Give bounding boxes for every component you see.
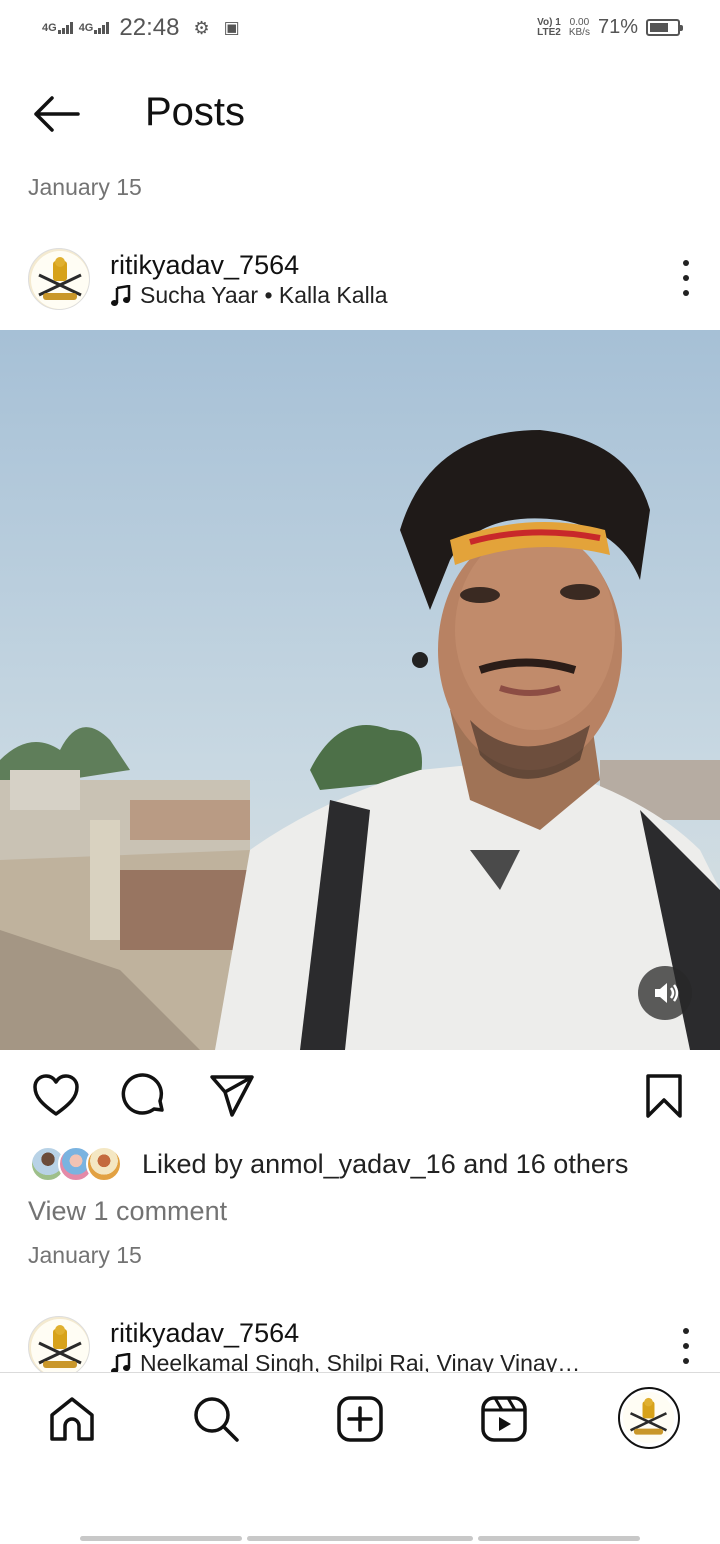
photo-scene bbox=[0, 330, 720, 1050]
comment-button[interactable] bbox=[120, 1072, 168, 1120]
post-music[interactable]: Neelkamal Singh, Shilpi Rai, Vinay Vinay… bbox=[110, 1350, 620, 1372]
liker-avatar bbox=[86, 1146, 122, 1182]
more-vertical-icon bbox=[683, 260, 689, 266]
speed-unit: KB/s bbox=[568, 26, 590, 38]
section-date: January 15 bbox=[28, 174, 142, 200]
create-icon bbox=[337, 1396, 383, 1442]
post-username[interactable]: ritikyadav_7564 bbox=[110, 1318, 299, 1349]
paper-plane-icon bbox=[210, 1075, 254, 1117]
liker-avatars bbox=[30, 1144, 130, 1184]
volte-label: Vo) 1 bbox=[537, 16, 561, 28]
next-post-header: ritikyadav_7564 Neelkamal Singh, Shilpi … bbox=[0, 1308, 720, 1372]
music-note-icon bbox=[111, 1352, 131, 1372]
post-image[interactable] bbox=[0, 330, 720, 1050]
battery-icon bbox=[646, 19, 683, 36]
avatar[interactable] bbox=[28, 1316, 90, 1372]
back-button[interactable] bbox=[30, 92, 82, 136]
page-title: Posts bbox=[145, 90, 246, 134]
home-icon bbox=[50, 1397, 94, 1441]
comment-bubble-icon bbox=[121, 1073, 164, 1115]
heart-icon bbox=[33, 1074, 79, 1116]
like-button[interactable] bbox=[32, 1072, 80, 1120]
settings-gear-icon: ⚙ bbox=[193, 17, 210, 38]
gesture-bar-left bbox=[80, 1536, 242, 1541]
music-label: Sucha Yaar • Kalla Kalla bbox=[140, 282, 388, 308]
save-button[interactable] bbox=[640, 1072, 688, 1120]
arrow-left-icon bbox=[34, 96, 80, 132]
nav-home[interactable] bbox=[46, 1393, 98, 1445]
post-actions bbox=[0, 1060, 720, 1140]
more-options-button[interactable] bbox=[682, 260, 690, 296]
mute-button[interactable] bbox=[638, 966, 692, 1020]
status-right: Vo) 1 LTE2 0.00 KB/s 71% bbox=[537, 16, 683, 39]
post-music[interactable]: Sucha Yaar • Kalla Kalla bbox=[110, 282, 388, 309]
network-speed: 0.00 KB/s bbox=[568, 16, 590, 38]
status-bar: 4G 4G 22:48 ⚙ ▣ Vo) 1 LTE2 0.00 KB/s 71% bbox=[0, 0, 720, 58]
music-label: Neelkamal Singh, Shilpi Rai, Vinay Vinay… bbox=[140, 1350, 581, 1372]
emblem-icon bbox=[31, 251, 89, 309]
likes-row[interactable]: Liked by anmol_yadav_16 and 16 others bbox=[30, 1144, 628, 1184]
more-dot bbox=[683, 275, 689, 281]
bookmark-icon bbox=[646, 1074, 682, 1118]
post-username[interactable]: ritikyadav_7564 bbox=[110, 250, 299, 281]
share-button[interactable] bbox=[208, 1072, 256, 1120]
gesture-bar-right bbox=[478, 1536, 640, 1541]
more-vertical-icon bbox=[683, 1328, 689, 1334]
nav-search[interactable] bbox=[190, 1393, 242, 1445]
avatar[interactable] bbox=[28, 248, 90, 310]
more-dot bbox=[683, 290, 689, 296]
status-left: 4G 4G 22:48 ⚙ ▣ bbox=[42, 14, 240, 42]
speaker-icon bbox=[655, 983, 679, 1003]
gesture-bar-center bbox=[247, 1536, 473, 1541]
music-note-icon bbox=[111, 284, 131, 306]
clock: 22:48 bbox=[119, 14, 180, 41]
more-options-button[interactable] bbox=[682, 1328, 690, 1364]
nav-profile[interactable] bbox=[618, 1387, 680, 1449]
search-icon bbox=[194, 1397, 239, 1442]
signal-icon bbox=[57, 22, 73, 34]
network-type-2: 4G bbox=[78, 22, 94, 34]
post-date: January 15 bbox=[28, 1242, 142, 1268]
network-indicator-2: 4G bbox=[79, 22, 110, 34]
liked-by-text: Liked by anmol_yadav_16 and 16 others bbox=[142, 1148, 629, 1179]
profile-avatar bbox=[622, 1391, 675, 1444]
network-indicator-1: 4G bbox=[42, 22, 73, 34]
battery-percent: 71% bbox=[597, 16, 638, 38]
view-comments-link[interactable]: View 1 comment bbox=[28, 1196, 227, 1227]
speed-value: 0.00 bbox=[569, 16, 590, 28]
volte-indicator: Vo) 1 LTE2 bbox=[537, 16, 561, 38]
reels-icon bbox=[481, 1396, 527, 1442]
bottom-navigation bbox=[0, 1372, 720, 1462]
top-app-bar: Posts bbox=[0, 70, 720, 160]
more-dot bbox=[683, 1343, 689, 1349]
nav-reels[interactable] bbox=[478, 1393, 530, 1445]
screenshot-icon: ▣ bbox=[223, 18, 240, 37]
nav-create[interactable] bbox=[334, 1393, 386, 1445]
network-type-1: 4G bbox=[42, 22, 57, 34]
more-dot bbox=[683, 1358, 689, 1364]
emblem-icon bbox=[31, 1319, 89, 1372]
signal-icon bbox=[94, 22, 110, 34]
post-header: ritikyadav_7564 Sucha Yaar • Kalla Kalla bbox=[0, 240, 720, 320]
lte-label: LTE2 bbox=[537, 26, 561, 38]
